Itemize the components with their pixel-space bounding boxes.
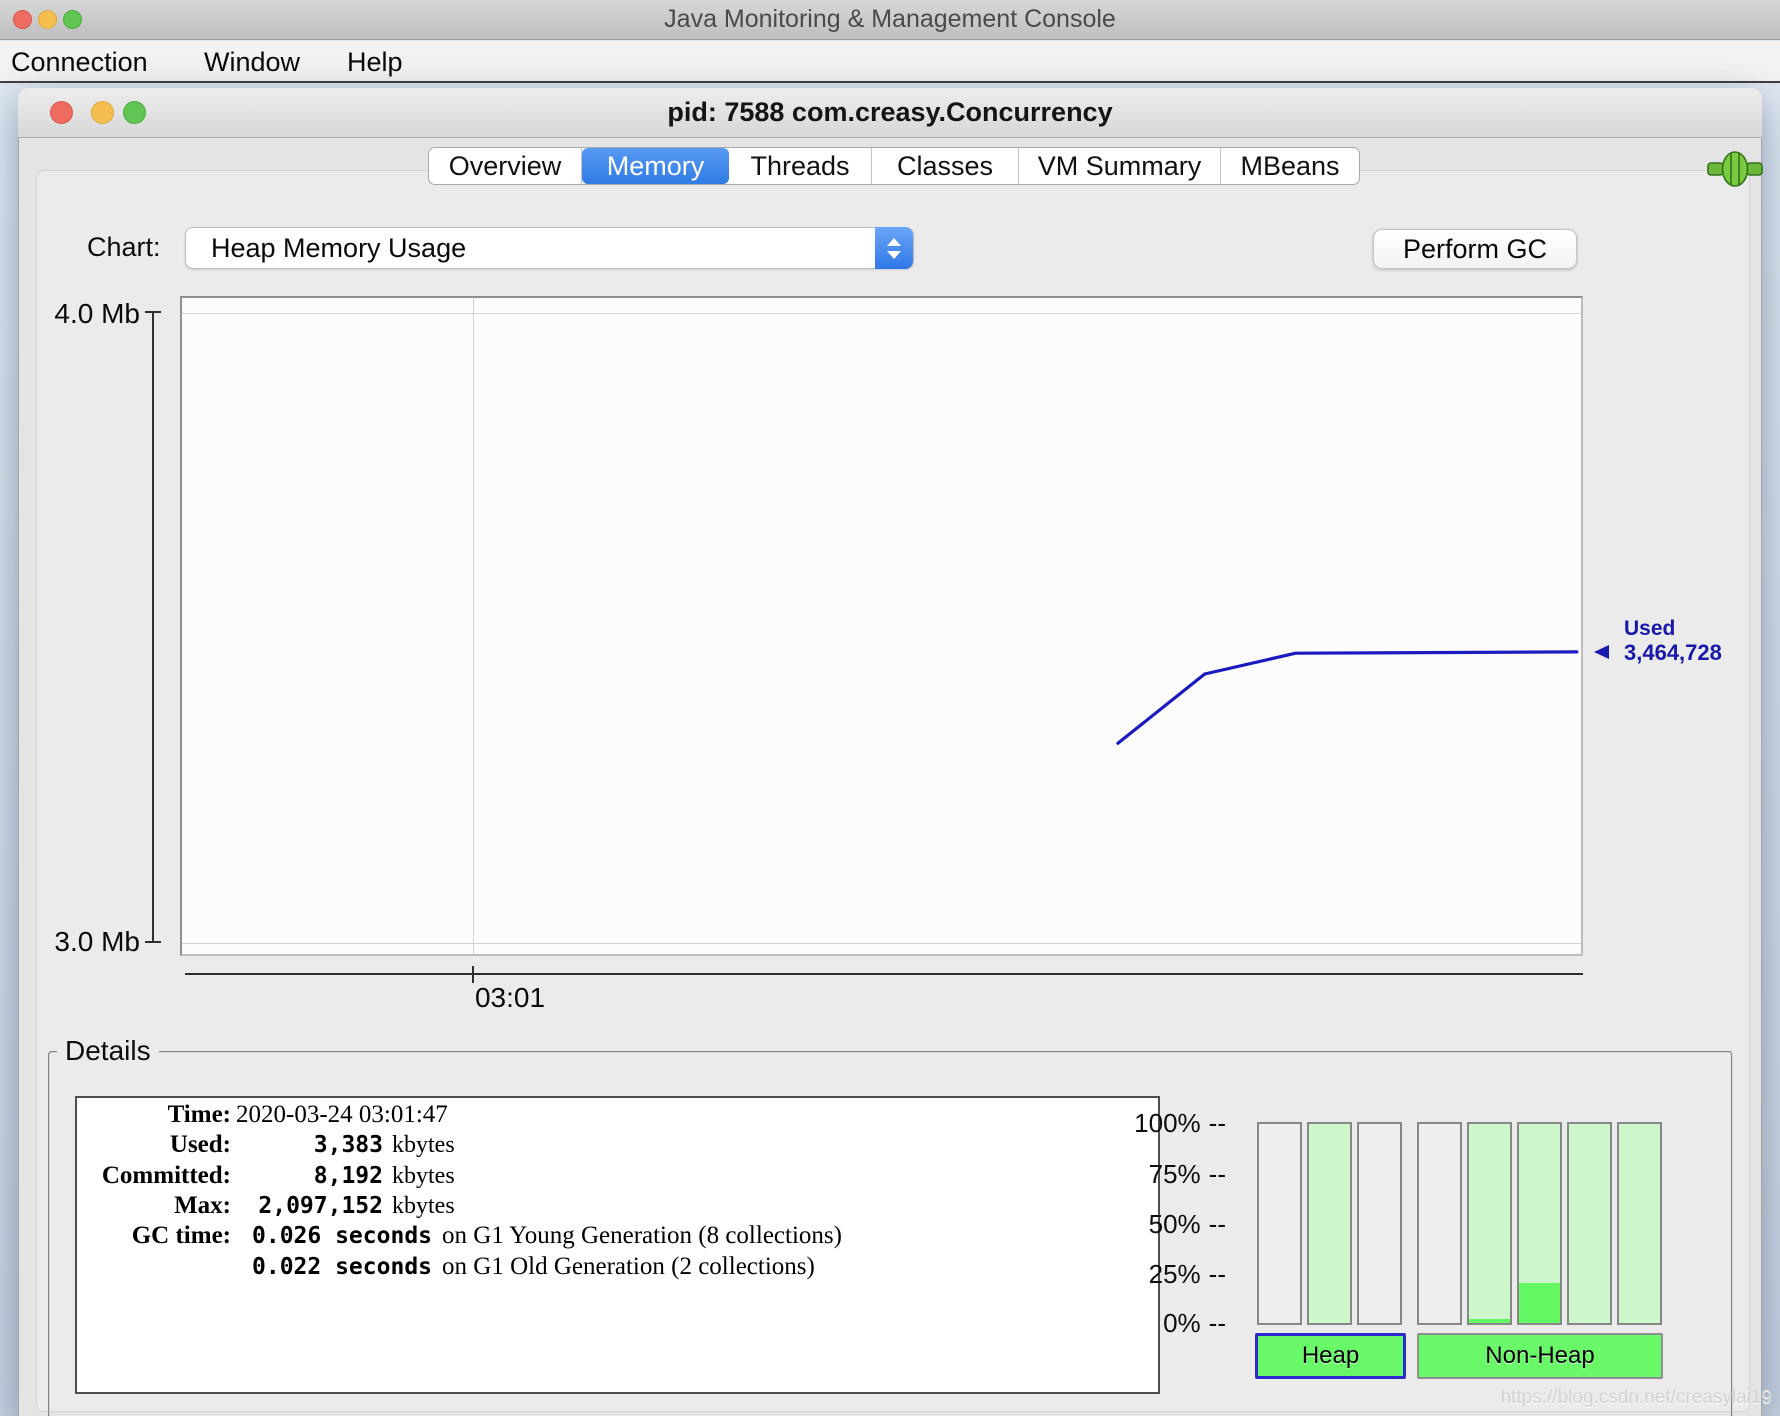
y-axis-tick-bottom [145, 941, 161, 943]
outer-titlebar: Java Monitoring & Management Console [0, 0, 1780, 40]
tab-vm-summary[interactable]: VM Summary [1019, 148, 1221, 184]
detail-row-committed: Committed: 8,192 kbytes [79, 1162, 1149, 1190]
x-axis-line [185, 973, 1583, 975]
tab-threads[interactable]: Threads [729, 148, 872, 184]
select-stepper-icon[interactable] [875, 227, 913, 269]
usage-bar [1257, 1122, 1302, 1325]
detail-label: Used: [79, 1131, 231, 1159]
usage-bar [1467, 1122, 1512, 1325]
series-end-marker-icon [1594, 645, 1609, 659]
close-button[interactable] [13, 10, 32, 29]
bar-axis-tick: 75%-- [1088, 1160, 1226, 1188]
detail-row-gc-old: 0.022 seconds on G1 Old Generation (2 co… [79, 1253, 1149, 1281]
detail-value: 2,097,152 [231, 1192, 383, 1220]
bar-used-fill [1519, 1283, 1560, 1323]
usage-bar [1567, 1122, 1612, 1325]
chevron-down-icon [887, 251, 901, 259]
detail-value: 3,383 [231, 1131, 383, 1159]
watermark-text: https://blog.csdn.net/creasylai19 [1340, 1387, 1772, 1409]
usage-bar [1307, 1122, 1352, 1325]
y-axis-tick-top [145, 311, 161, 313]
tab-classes[interactable]: Classes [872, 148, 1019, 184]
screen: Java Monitoring & Management Console Con… [0, 0, 1780, 1416]
usage-bar [1417, 1122, 1462, 1325]
detail-unit: kbytes [392, 1131, 455, 1159]
heap-button[interactable]: Heap [1255, 1333, 1406, 1379]
details-group-label: Details [57, 1035, 159, 1067]
usage-bar [1357, 1122, 1402, 1325]
non-heap-button[interactable]: Non-Heap [1417, 1333, 1663, 1379]
bar-axis-tick: 0%-- [1088, 1309, 1226, 1337]
green-plug-connected-icon[interactable] [1706, 146, 1764, 192]
inner-titlebar: pid: 7588 com.creasy.Concurrency [18, 88, 1762, 138]
detail-unit: kbytes [392, 1192, 455, 1220]
app-title: Java Monitoring & Management Console [664, 5, 1116, 34]
menu-connection[interactable]: Connection [11, 47, 148, 78]
chart-select-label: Chart: [87, 232, 161, 263]
tab-memory[interactable]: Memory [582, 148, 729, 184]
detail-label: GC time: [79, 1222, 231, 1250]
x-axis-tick-label: 03:01 [449, 982, 571, 1014]
minimize-button[interactable] [38, 10, 57, 29]
detail-value: 0.026 seconds [252, 1222, 432, 1250]
bar-committed-fill [1619, 1124, 1660, 1323]
chevron-up-icon [887, 238, 901, 246]
detail-label: Max: [79, 1192, 231, 1220]
bar-committed-fill [1569, 1124, 1610, 1323]
perform-gc-button[interactable]: Perform GC [1373, 229, 1577, 269]
tab-overview[interactable]: Overview [429, 148, 582, 184]
zoom-button[interactable] [63, 10, 82, 29]
bar-committed-fill [1469, 1124, 1510, 1323]
y-axis-tick-label-bottom: 3.0 Mb [28, 926, 140, 958]
detail-row-gc-young: GC time: 0.026 seconds on G1 Young Gener… [79, 1222, 1149, 1250]
usage-bar [1617, 1122, 1662, 1325]
used-memory-line [182, 298, 1581, 954]
detail-value: 2020-03-24 03:01:47 [236, 1101, 448, 1129]
chart-select-value: Heap Memory Usage [186, 233, 466, 264]
inner-window-title: pid: 7588 com.creasy.Concurrency [667, 97, 1112, 128]
detail-label: Committed: [79, 1162, 231, 1190]
bar-used-fill [1469, 1319, 1510, 1323]
menu-window[interactable]: Window [204, 47, 300, 78]
x-axis-tick [472, 966, 474, 983]
detail-value: 8,192 [231, 1162, 383, 1190]
detail-suffix: on G1 Old Generation (2 collections) [442, 1253, 815, 1281]
menu-help[interactable]: Help [347, 47, 403, 78]
chart-select[interactable]: Heap Memory Usage [185, 227, 914, 269]
usage-bar [1517, 1122, 1562, 1325]
detail-label: Time: [79, 1101, 231, 1129]
detail-unit: kbytes [392, 1162, 455, 1190]
inner-zoom-button[interactable] [123, 101, 146, 124]
y-axis-line [152, 312, 154, 942]
heap-usage-plot [180, 296, 1583, 956]
detail-row-max: Max: 2,097,152 kbytes [79, 1192, 1149, 1220]
detail-row-used: Used: 3,383 kbytes [79, 1131, 1149, 1159]
detail-suffix: on G1 Young Generation (8 collections) [442, 1222, 842, 1250]
y-axis-tick-label-top: 4.0 Mb [28, 298, 140, 330]
detail-value: 0.022 seconds [252, 1253, 432, 1281]
detail-row-time: Time: 2020-03-24 03:01:47 [79, 1101, 1149, 1129]
tab-bar: Overview Memory Threads Classes VM Summa… [428, 147, 1360, 185]
bar-committed-fill [1309, 1124, 1350, 1323]
bar-axis-tick: 50%-- [1088, 1210, 1226, 1238]
bar-axis-tick: 25%-- [1088, 1260, 1226, 1288]
inner-close-button[interactable] [50, 101, 73, 124]
used-series-label: Used 3,464,728 [1624, 617, 1722, 665]
bar-axis-tick: 100%-- [1088, 1109, 1226, 1137]
tab-mbeans[interactable]: MBeans [1221, 148, 1359, 184]
menubar: Connection Window Help [0, 41, 1780, 83]
inner-minimize-button[interactable] [91, 101, 114, 124]
